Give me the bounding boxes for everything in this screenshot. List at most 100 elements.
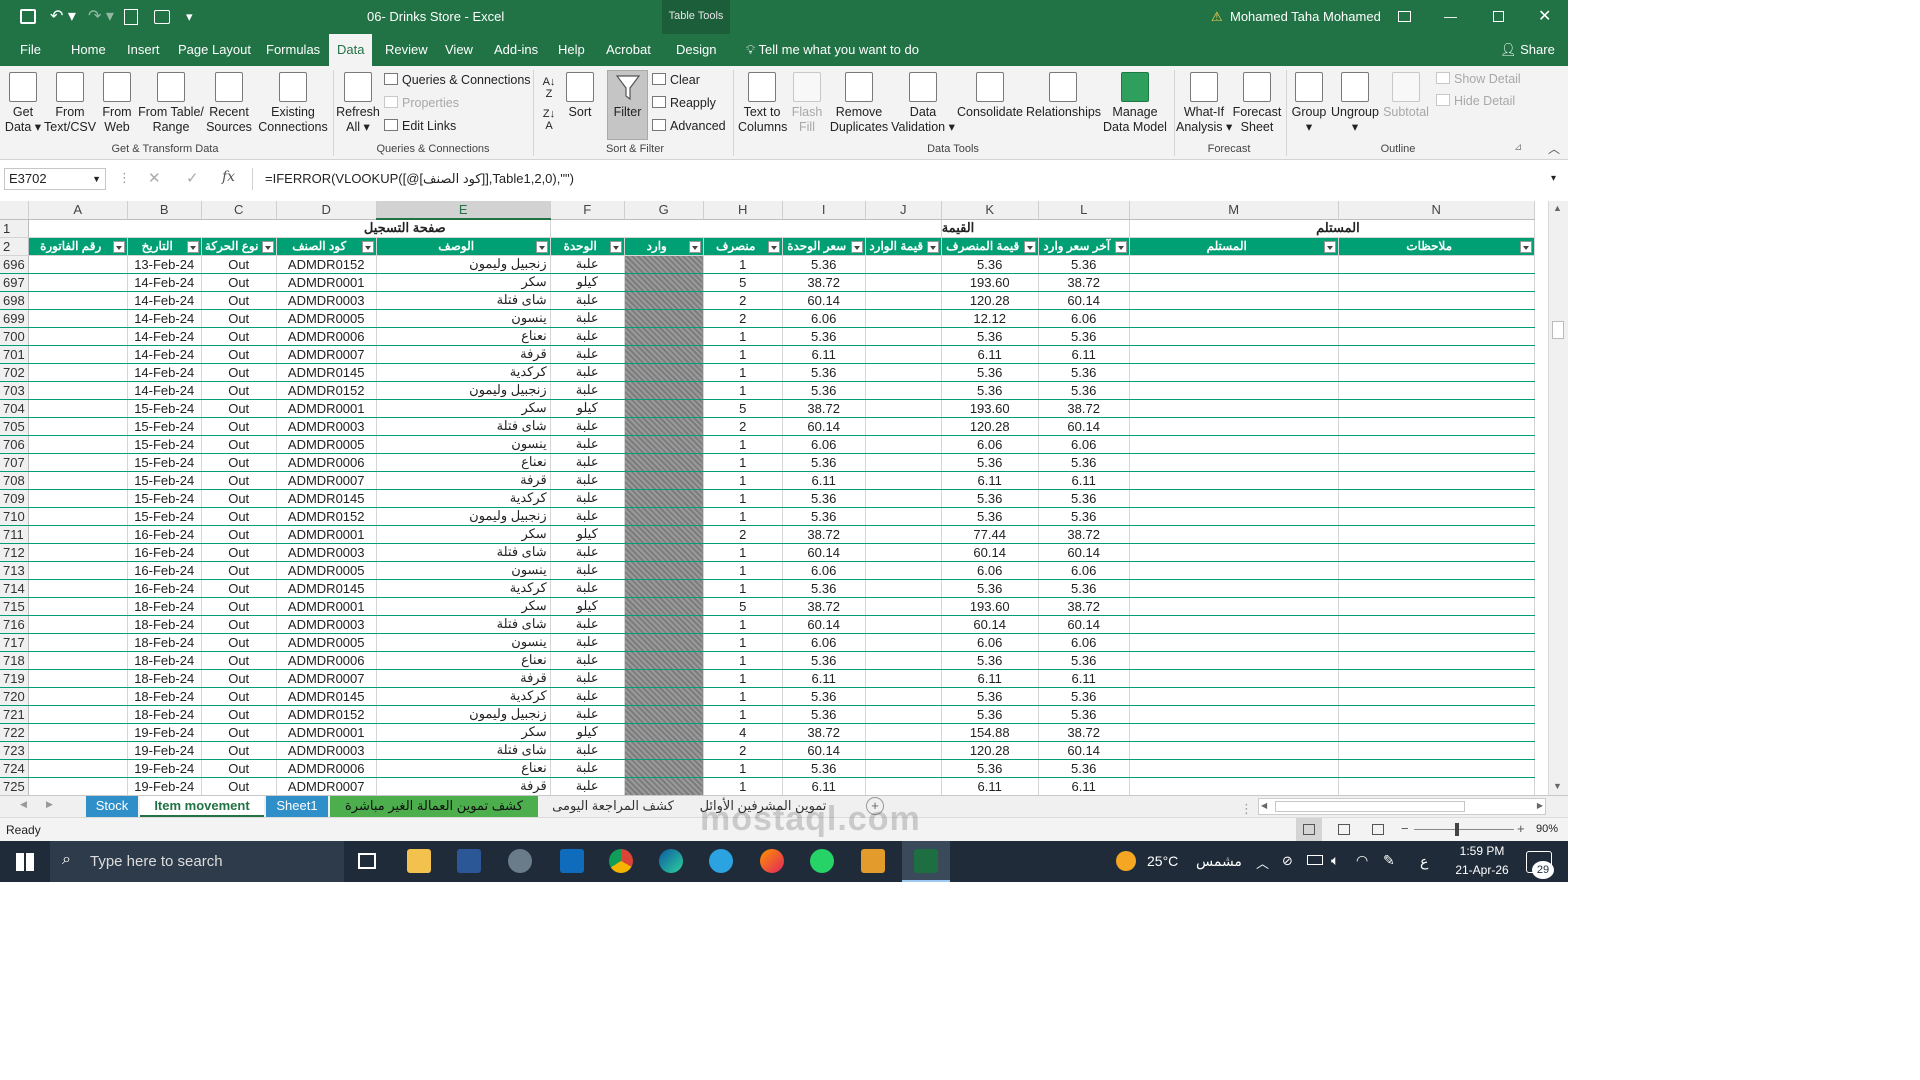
cell-last-price[interactable]: 5.36 — [1038, 579, 1130, 598]
sheet-tab-sheet1[interactable]: Sheet1 — [266, 796, 328, 817]
cell-description[interactable]: ينسون — [376, 561, 551, 580]
cell-invoice-number[interactable] — [27, 399, 128, 418]
cell-receiver[interactable] — [1129, 417, 1339, 436]
cell-movement-type[interactable]: Out — [201, 741, 277, 760]
cell-outgoing-value[interactable]: 77.44 — [941, 525, 1039, 544]
cell-receiver[interactable] — [1129, 777, 1339, 795]
cell-date[interactable]: 18-Feb-24 — [127, 687, 202, 706]
group-button[interactable]: Group ▾ — [1290, 72, 1328, 135]
cell-notes[interactable] — [1338, 597, 1535, 616]
cell-unit-price[interactable]: 6.11 — [782, 345, 866, 364]
cell-invoice-number[interactable] — [27, 453, 128, 472]
recent-sources-button[interactable]: Recent Sources — [206, 72, 252, 135]
cell-outgoing[interactable]: 1 — [703, 705, 783, 724]
cell-outgoing[interactable]: 5 — [703, 273, 783, 292]
sort-button[interactable]: Sort — [564, 72, 596, 120]
cell-date[interactable]: 15-Feb-24 — [127, 435, 202, 454]
filter-dropdown-icon[interactable] — [186, 240, 199, 253]
cell-incoming-value[interactable] — [865, 345, 942, 364]
cell-last-price[interactable]: 38.72 — [1038, 273, 1130, 292]
user-name[interactable]: Mohamed Taha Mohamed — [1230, 9, 1381, 25]
cell-incoming[interactable] — [624, 363, 704, 382]
cell-movement-type[interactable]: Out — [201, 669, 277, 688]
filter-dropdown-icon[interactable] — [361, 240, 374, 253]
minimize-icon[interactable]: — — [1444, 9, 1457, 25]
cell-incoming[interactable] — [624, 435, 704, 454]
cell-movement-type[interactable]: Out — [201, 435, 277, 454]
header-description[interactable]: الوصف — [376, 237, 551, 256]
cell-invoice-number[interactable] — [27, 777, 128, 795]
cell-outgoing[interactable]: 1 — [703, 561, 783, 580]
cell-outgoing[interactable]: 2 — [703, 741, 783, 760]
battery-icon[interactable] — [1307, 855, 1323, 865]
cell-item-code[interactable]: ADMDR0152 — [276, 255, 377, 274]
cell-notes[interactable] — [1338, 255, 1535, 274]
cell-last-price[interactable]: 5.36 — [1038, 651, 1130, 670]
close-icon[interactable]: ✕ — [1538, 9, 1551, 25]
cell-notes[interactable] — [1338, 651, 1535, 670]
cell-date[interactable]: 16-Feb-24 — [127, 525, 202, 544]
cell-invoice-number[interactable] — [27, 471, 128, 490]
cell-description[interactable]: زنجبيل وليمون — [376, 705, 551, 724]
cell-notes[interactable] — [1338, 345, 1535, 364]
cell-outgoing-value[interactable]: 5.36 — [941, 705, 1039, 724]
cell-receiver[interactable] — [1129, 741, 1339, 760]
cell-description[interactable]: كركدية — [376, 579, 551, 598]
column-header-m[interactable]: M — [1129, 201, 1339, 220]
cell-description[interactable]: شاى فتلة — [376, 741, 551, 760]
cell-receiver[interactable] — [1129, 615, 1339, 634]
cell-item-code[interactable]: ADMDR0001 — [276, 525, 377, 544]
cell-item-code[interactable]: ADMDR0006 — [276, 453, 377, 472]
cell-description[interactable]: قرفة — [376, 345, 551, 364]
cell-unit-price[interactable]: 60.14 — [782, 417, 866, 436]
telegram-icon[interactable] — [709, 849, 733, 873]
weather-sun-icon[interactable] — [1116, 851, 1136, 871]
cell-last-price[interactable]: 5.36 — [1038, 381, 1130, 400]
tab-acrobat[interactable]: Acrobat — [598, 34, 659, 66]
cell-outgoing-value[interactable]: 60.14 — [941, 615, 1039, 634]
cell-outgoing[interactable]: 1 — [703, 777, 783, 795]
cell-notes[interactable] — [1338, 543, 1535, 562]
cell-outgoing-value[interactable]: 5.36 — [941, 507, 1039, 526]
text-to-columns-button[interactable]: Text to Columns — [738, 72, 787, 135]
column-header-g[interactable]: G — [624, 201, 704, 220]
cell-item-code[interactable]: ADMDR0145 — [276, 363, 377, 382]
row-header[interactable]: 706 — [0, 435, 29, 454]
cell-receiver[interactable] — [1129, 399, 1339, 418]
cell-item-code[interactable]: ADMDR0145 — [276, 579, 377, 598]
cell-date[interactable]: 14-Feb-24 — [127, 327, 202, 346]
tab-review[interactable]: Review — [377, 34, 436, 66]
cell-outgoing[interactable]: 1 — [703, 345, 783, 364]
cell-receiver[interactable] — [1129, 705, 1339, 724]
row-header[interactable]: 702 — [0, 363, 29, 382]
maximize-icon[interactable] — [1493, 11, 1504, 22]
cell-last-price[interactable]: 6.11 — [1038, 777, 1130, 795]
cell-unit[interactable]: علبة — [550, 579, 625, 598]
cell-date[interactable]: 19-Feb-24 — [127, 759, 202, 778]
name-box[interactable]: E3702 ▼ — [4, 168, 106, 190]
cell-last-price[interactable]: 5.36 — [1038, 507, 1130, 526]
cell-unit-price[interactable]: 5.36 — [782, 255, 866, 274]
cell-movement-type[interactable]: Out — [201, 597, 277, 616]
cell-description[interactable]: ينسون — [376, 435, 551, 454]
cell-outgoing[interactable]: 1 — [703, 435, 783, 454]
cell-date[interactable]: 14-Feb-24 — [127, 381, 202, 400]
show-detail-button[interactable]: Show Detail — [1436, 70, 1521, 88]
cell-receiver[interactable] — [1129, 597, 1339, 616]
row-header[interactable]: 719 — [0, 669, 29, 688]
word-icon[interactable] — [457, 849, 481, 873]
cell-outgoing-value[interactable]: 6.06 — [941, 633, 1039, 652]
cell-notes[interactable] — [1338, 399, 1535, 418]
cell-incoming-value[interactable] — [865, 777, 942, 795]
cell-movement-type[interactable]: Out — [201, 471, 277, 490]
cell-date[interactable]: 15-Feb-24 — [127, 489, 202, 508]
cell-receiver[interactable] — [1129, 723, 1339, 742]
cell-last-price[interactable]: 60.14 — [1038, 543, 1130, 562]
cell-incoming-value[interactable] — [865, 633, 942, 652]
manage-data-model-button[interactable]: Manage Data Model — [1100, 72, 1170, 135]
cell-outgoing-value[interactable]: 6.11 — [941, 345, 1039, 364]
row-header[interactable]: 721 — [0, 705, 29, 724]
cell-description[interactable]: كركدية — [376, 363, 551, 382]
cell-incoming-value[interactable] — [865, 597, 942, 616]
cell-receiver[interactable] — [1129, 291, 1339, 310]
